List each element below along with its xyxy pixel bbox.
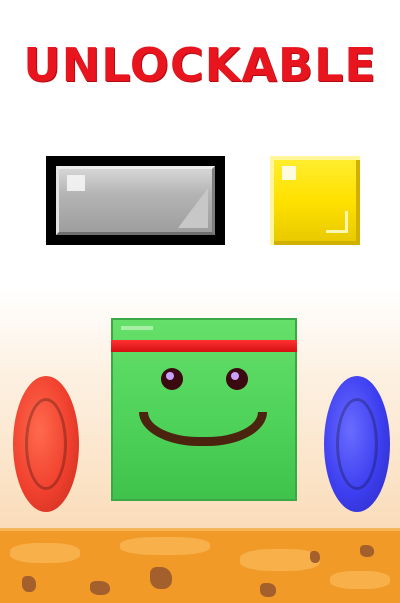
page-title: UNLOCKABLE [23,38,377,92]
red-portal [13,376,79,512]
unlockable-yellow-block[interactable] [270,156,360,245]
ground-rock [90,581,110,595]
ground-patch [330,571,390,589]
ground-rock [360,545,374,557]
red-portal-ring [25,398,67,490]
ground-rock [260,583,276,597]
blue-portal-ring [336,398,378,490]
ground-rock [310,551,320,563]
green-block-character [111,318,297,501]
character-highlight [121,326,153,330]
character-headband [111,340,297,352]
left-eye [161,368,183,390]
blue-portal [324,376,390,512]
ground-rock [22,576,36,592]
ground-rock [150,567,172,589]
yellow-block-corner [326,211,348,233]
ground-patch [120,537,210,555]
gray-block-corner [178,188,208,228]
unlockable-gray-block[interactable] [46,156,225,245]
ground-patch [10,543,80,563]
gray-block-face [56,166,215,235]
ground-patch [240,549,320,571]
gray-block-shine [67,175,85,191]
smile-mouth [139,412,267,446]
lava-ground [0,528,400,603]
yellow-block-shine [282,166,296,180]
right-eye [226,368,248,390]
